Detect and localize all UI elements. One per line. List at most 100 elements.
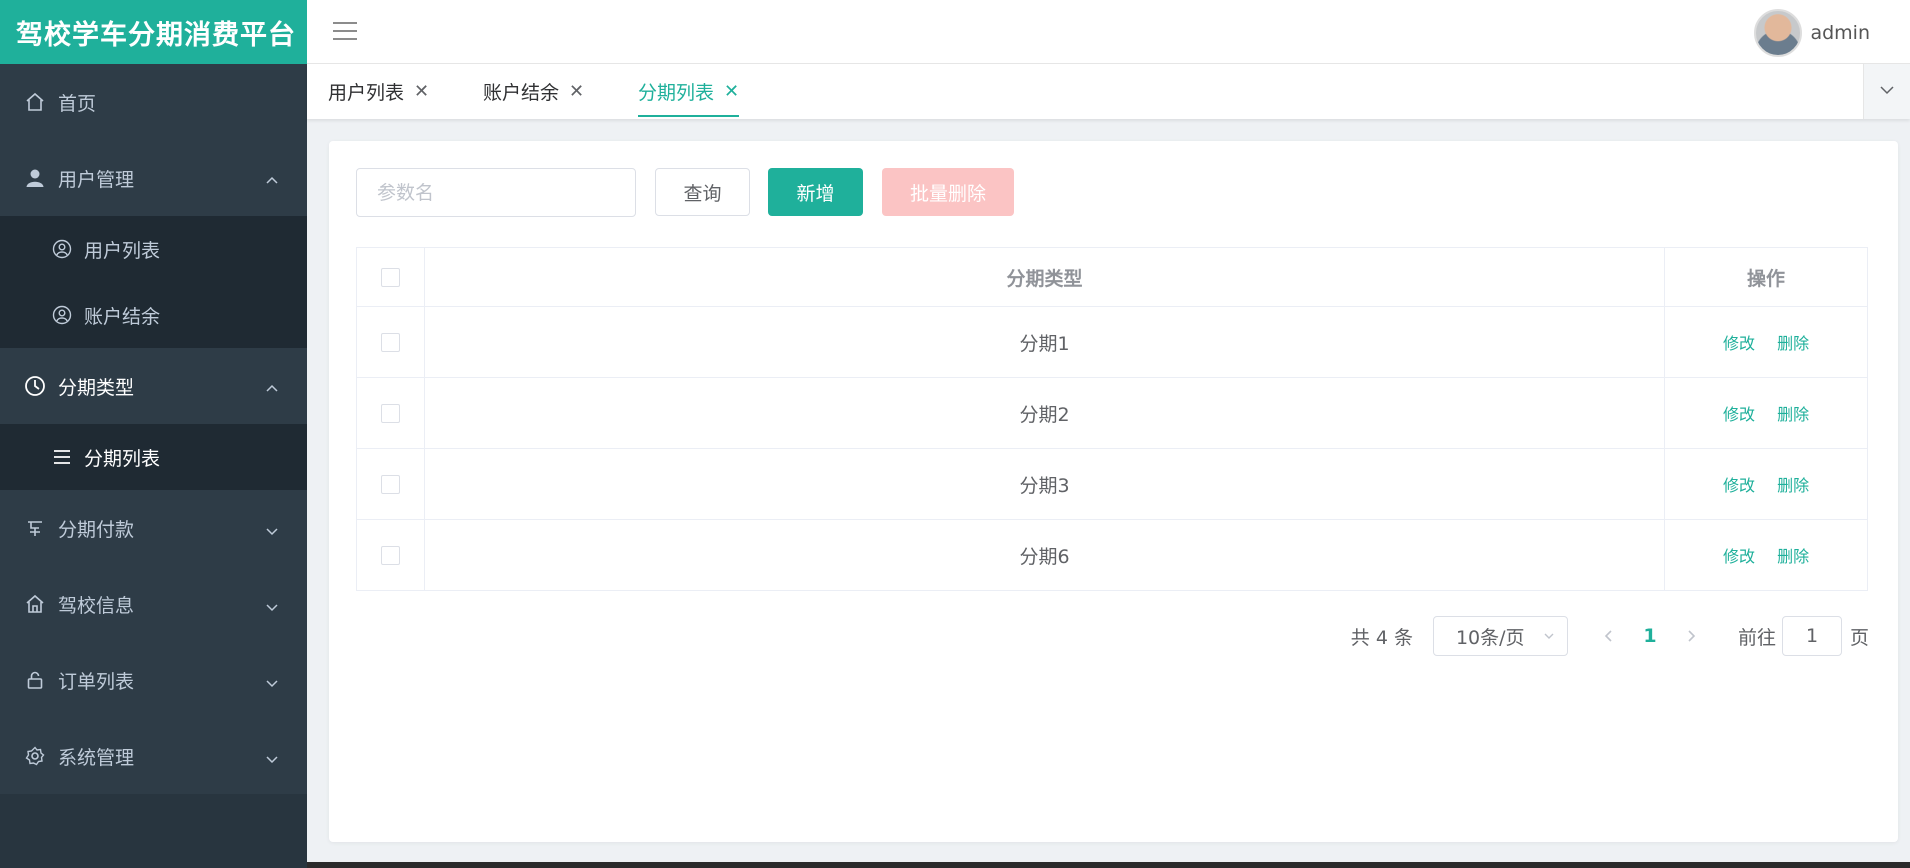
close-icon[interactable]: ✕ [724,81,739,102]
chevron-down-icon [265,597,279,612]
tab-label: 账户结余 [483,82,560,104]
sidebar-item-system-management[interactable]: 系统管理 [0,718,307,794]
op-cell: 修改 删除 [1664,519,1868,591]
sidebar-subitem-label: 用户列表 [84,239,161,262]
tab-label: 分期列表 [638,82,715,104]
sidebar-subitem-installment-list[interactable]: 分期列表 [0,424,307,490]
chevron-down-icon [265,673,279,688]
row-check-cell [356,448,425,520]
add-button[interactable]: 新增 [768,168,863,216]
tab-user-list[interactable]: 用户列表 ✕ [328,64,429,119]
prev-page-button[interactable] [1594,616,1624,656]
row-checkbox[interactable] [380,546,400,565]
row-checkbox[interactable] [380,333,400,352]
type-cell: 分期1 [423,306,1666,378]
school-icon [24,593,46,615]
chevron-down-icon [265,749,279,764]
chevron-down-icon [265,521,279,536]
goto-suffix: 页 [1849,626,1869,649]
goto-page-input[interactable] [1781,616,1842,656]
sidebar-item-label: 分期类型 [58,376,135,399]
row-check-cell [356,519,425,591]
goto-prefix: 前往 [1737,626,1776,649]
avatar[interactable] [1754,9,1803,57]
sidebar-subitem-account-balance[interactable]: 账户结余 [0,282,307,348]
page-size-value: 10条/页 [1455,626,1525,649]
next-page-button[interactable] [1676,616,1706,656]
submenu-installment-type: 分期列表 [0,424,307,490]
table-row: 分期1 修改 删除 [356,306,1868,378]
delete-link[interactable]: 删除 [1777,547,1809,566]
type-cell: 分期3 [423,448,1666,520]
home-icon [24,91,46,113]
pagination: 共 4 条 10条/页 1 前往 页 [1351,616,1869,656]
submenu-user-management: 用户列表 账户结余 [0,216,307,348]
lock-icon [24,669,46,691]
delete-link[interactable]: 删除 [1777,476,1809,495]
op-cell: 修改 删除 [1664,306,1868,378]
chevron-up-icon [265,171,279,185]
select-all-cell [356,247,425,307]
delete-link[interactable]: 删除 [1777,334,1809,353]
table-row: 分期2 修改 删除 [356,377,1868,449]
select-all-checkbox[interactable] [380,268,400,287]
delete-link[interactable]: 删除 [1777,405,1809,424]
user-circle-icon [52,305,72,325]
edit-link[interactable]: 修改 [1723,334,1755,353]
row-check-cell [356,377,425,449]
type-cell: 分期2 [423,377,1666,449]
sidebar-item-label: 首页 [58,92,97,115]
installment-table: 分期类型 操作 分期1 修改 删除 分期2 修改 删除 分期3 修改 删除 分期… [356,247,1868,591]
sidebar-item-user-management[interactable]: 用户管理 [0,140,307,216]
goto-page: 前往 页 [1738,616,1869,656]
chevron-down-icon [1879,82,1895,102]
total-count: 共 4 条 [1350,626,1413,649]
chevron-up-icon [265,379,279,393]
content-card: 查询 新增 批量删除 分期类型 操作 分期1 修改 删除 分期2 [329,141,1898,842]
hamburger-menu-icon[interactable] [333,22,357,42]
username: admin [1810,22,1870,44]
sidebar-item-label: 用户管理 [58,168,135,191]
table-header-row: 分期类型 操作 [356,247,1868,307]
payment-icon [24,517,46,539]
sidebar-subitem-user-list[interactable]: 用户列表 [0,216,307,282]
sidebar-item-label: 系统管理 [58,746,135,769]
user-menu[interactable]: admin [1754,9,1870,57]
sidebar-item-label: 订单列表 [58,670,135,693]
user-icon [24,167,46,189]
op-cell: 修改 删除 [1664,448,1868,520]
edit-link[interactable]: 修改 [1723,405,1755,424]
column-header-type: 分期类型 [423,247,1666,307]
edit-link[interactable]: 修改 [1723,547,1755,566]
search-input[interactable] [356,168,636,217]
edit-link[interactable]: 修改 [1723,476,1755,495]
close-icon[interactable]: ✕ [414,81,429,102]
row-checkbox[interactable] [380,404,400,423]
close-icon[interactable]: ✕ [569,81,584,102]
table-row: 分期3 修改 删除 [356,448,1868,520]
sidebar-item-label: 驾校信息 [58,594,135,617]
tab-installment-list[interactable]: 分期列表 ✕ [638,64,740,119]
row-checkbox[interactable] [380,475,400,494]
page-number-current[interactable]: 1 [1624,625,1676,647]
gear-icon [24,745,46,767]
sidebar: 驾校学车分期消费平台 首页 用户管理 用户列表 账户结余 分期类型 分期列表 分… [0,0,307,868]
tab-account-balance[interactable]: 账户结余 ✕ [483,64,584,119]
list-icon [52,447,72,467]
sidebar-item-installment-payment[interactable]: 分期付款 [0,490,307,566]
sidebar-item-installment-type[interactable]: 分期类型 [0,348,307,424]
top-header: admin [307,0,1910,64]
clock-icon [24,375,46,397]
sidebar-subitem-label: 账户结余 [84,305,161,328]
sidebar-item-order-list[interactable]: 订单列表 [0,642,307,718]
column-header-op: 操作 [1664,247,1868,307]
row-check-cell [356,306,425,378]
sidebar-item-school-info[interactable]: 驾校信息 [0,566,307,642]
query-button[interactable]: 查询 [655,168,750,216]
batch-delete-button[interactable]: 批量删除 [882,168,1014,216]
bottom-scrollbar[interactable] [307,862,1910,868]
tabs-more-dropdown[interactable] [1863,64,1910,119]
table-row: 分期6 修改 删除 [356,519,1868,591]
page-size-select[interactable]: 10条/页 [1432,616,1568,656]
sidebar-item-home[interactable]: 首页 [0,64,307,140]
